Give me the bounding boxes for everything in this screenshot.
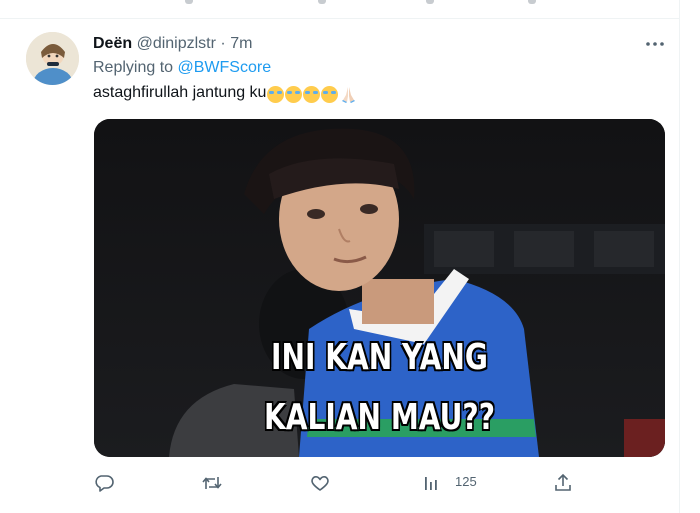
more-icon [646,42,664,46]
like-button[interactable] [309,472,331,494]
folded-hands-icon [340,86,357,103]
loudly-crying-face-icon [303,85,321,103]
tweet-text: astaghfirullah jantung ku [93,84,357,103]
replying-to-link[interactable]: @BWFScore [178,59,272,76]
replying-to-label: Replying to [93,59,174,76]
previous-action-edge [185,0,193,4]
previous-action-edge [426,0,434,4]
share-button[interactable] [552,472,574,494]
reply-icon [95,475,114,492]
meme-caption-line-2: KALIAN MAU?? [263,397,496,438]
tweet-actions: 125 [0,468,700,504]
loudly-crying-face-icon [267,85,285,103]
tweet-media[interactable]: INI KAN YANG KALIAN MAU?? [94,119,665,457]
previous-tweet-edge [0,0,700,18]
avatar[interactable] [26,32,79,85]
author-handle[interactable]: @dinipzlstr [137,35,216,52]
more-options-button[interactable] [643,34,667,54]
analytics-icon [425,477,437,490]
retweet-button[interactable] [201,472,223,494]
timeline-border [679,0,680,513]
previous-action-edge [318,0,326,4]
loudly-crying-face-icon [321,85,339,103]
author-name[interactable]: Deën [93,35,132,52]
views-count: 125 [455,474,477,489]
reply-button[interactable] [93,472,115,494]
heart-icon [311,476,329,491]
tweet-header: Deën @dinipzlstr · 7m [93,35,252,53]
retweet-icon [202,477,222,489]
views-button[interactable] [421,472,443,494]
header-separator: · [220,35,226,52]
meme-caption-line-1: INI KAN YANG [271,337,488,378]
share-icon [555,473,571,491]
previous-action-edge [528,0,536,4]
loudly-crying-face-icon [285,85,303,103]
tweet-body: astaghfirullah jantung ku [93,84,267,101]
replying-to-line: Replying to @BWFScore [93,59,271,77]
avatar-image [26,32,79,85]
tweet-divider [0,18,680,19]
tweet-timestamp[interactable]: 7m [230,35,252,52]
